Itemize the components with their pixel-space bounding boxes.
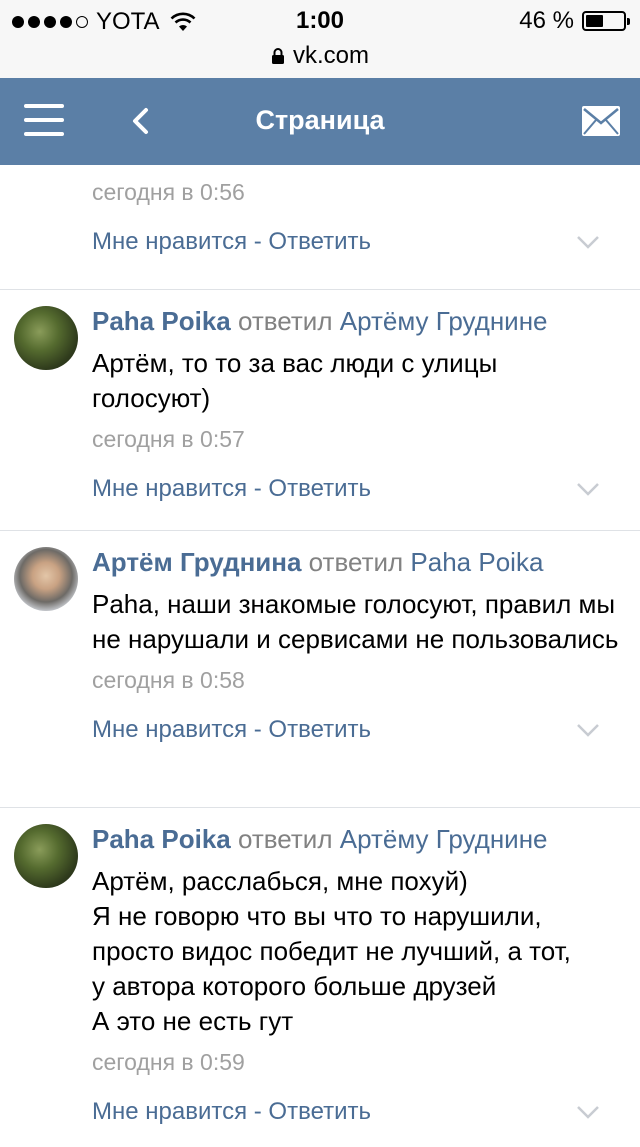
comment-text-line: А это не есть гут	[92, 1006, 294, 1036]
chevron-down-icon[interactable]	[576, 723, 600, 737]
battery-status: 46 %	[519, 7, 630, 35]
comment-text: Paha, наши знакомые голосуют, правил мы …	[92, 589, 619, 654]
reply-target-link[interactable]: Paha Poika	[410, 547, 543, 577]
address-bar[interactable]: vk.com	[0, 40, 640, 78]
action-separator: -	[247, 1098, 269, 1125]
chevron-down-icon[interactable]	[576, 1105, 600, 1119]
comment-actions: Мне нравится - Ответить	[92, 1095, 620, 1147]
chevron-down-icon[interactable]	[576, 235, 600, 249]
comment-header: Paha Poika ответил Артёму Груднине	[92, 808, 620, 856]
comment-header: Paha Poika ответил Артёму Груднине	[92, 290, 620, 338]
action-separator: -	[247, 716, 269, 743]
reply-link[interactable]: Ответить	[268, 475, 371, 502]
chevron-down-icon[interactable]	[576, 482, 600, 496]
author-link[interactable]: Артём Груднина	[92, 547, 301, 577]
battery-icon	[582, 11, 630, 31]
like-link[interactable]: Мне нравится	[92, 475, 247, 502]
comment-time: сегодня в 0:56	[92, 179, 245, 205]
comment-text-line: Артём, расслабься, мне похуй)	[92, 866, 468, 896]
avatar[interactable]	[14, 547, 78, 611]
action-separator: -	[247, 475, 269, 502]
battery-percent: 46 %	[519, 7, 574, 34]
app-header: Страница	[0, 78, 640, 165]
comment-actions: Мне нравится - Ответить	[92, 713, 620, 765]
like-link[interactable]: Мне нравится	[92, 716, 247, 743]
comment-time: сегодня в 0:57	[92, 426, 245, 452]
url-text: vk.com	[292, 42, 369, 69]
author-link[interactable]: Paha Poika	[92, 824, 231, 854]
comment-item: Paha Poika ответил Артёму Груднине Артём…	[0, 808, 640, 1147]
lock-icon	[271, 48, 284, 64]
comment-text-line: у автора которого больше друзей	[92, 971, 497, 1001]
avatar[interactable]	[14, 824, 78, 888]
reply-indicator: ответил	[237, 824, 333, 854]
comments-feed: сегодня в 0:56 Мне нравится - Ответить P…	[0, 165, 640, 1147]
reply-indicator: ответил	[308, 547, 404, 577]
comment-time: сегодня в 0:58	[92, 667, 245, 693]
comment-tail: сегодня в 0:56 Мне нравится - Ответить	[0, 177, 640, 290]
comment-text: Артём, расслабься, мне похуй) Я не говор…	[92, 864, 620, 1039]
reply-link[interactable]: Ответить	[268, 1098, 371, 1125]
reply-target-link[interactable]: Артёму Груднине	[340, 824, 548, 854]
reply-link[interactable]: Ответить	[268, 716, 371, 743]
comment-item: Paha Poika ответил Артёму Груднине Артём…	[0, 290, 640, 531]
comment-time: сегодня в 0:59	[92, 1049, 245, 1075]
like-link[interactable]: Мне нравится	[92, 1098, 247, 1125]
reply-indicator: ответил	[237, 306, 333, 336]
status-bar: YOTA 1:00 46 %	[0, 0, 640, 40]
reply-target-link[interactable]: Артёму Груднине	[340, 306, 548, 336]
like-link[interactable]: Мне нравится	[92, 228, 247, 255]
avatar[interactable]	[14, 306, 78, 370]
comment-text: Артём, то то за вас люди с улицы голосую…	[92, 348, 498, 413]
comment-item: Артём Груднина ответил Paha Poika Paha, …	[0, 531, 640, 808]
mail-icon[interactable]	[582, 106, 620, 136]
reply-link[interactable]: Ответить	[268, 228, 371, 255]
comment-actions: Мне нравится - Ответить	[92, 472, 620, 524]
comment-text-line: Я не говорю что вы что то нарушили,	[92, 901, 542, 931]
page-title: Страница	[255, 105, 385, 135]
comment-header: Артём Груднина ответил Paha Poika	[92, 531, 620, 579]
author-link[interactable]: Paha Poika	[92, 306, 231, 336]
comment-text-line: просто видос победит не лучший, а тот,	[92, 936, 571, 966]
action-separator: -	[247, 228, 269, 255]
comment-actions: Мне нравится - Ответить	[92, 225, 620, 277]
